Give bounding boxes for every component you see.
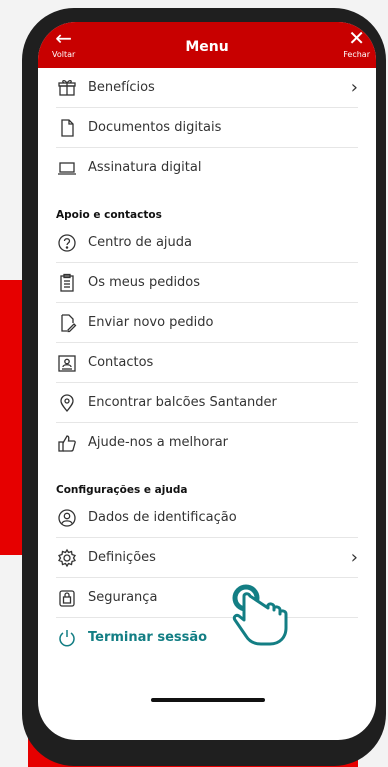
page-title: Menu <box>185 39 229 55</box>
help-circle-icon <box>56 232 78 254</box>
menu-item-assinatura[interactable]: Assinatura digital <box>56 148 358 187</box>
user-circle-icon <box>56 507 78 529</box>
menu-item-documentos[interactable]: Documentos digitais <box>56 108 358 148</box>
gear-icon <box>56 547 78 569</box>
menu-item-ajude-melhorar[interactable]: Ajude-nos a melhorar <box>56 423 358 462</box>
laptop-icon <box>56 157 78 179</box>
menu-item-contactos[interactable]: Contactos <box>56 343 358 383</box>
power-icon <box>56 627 78 649</box>
menu-list: Benefícios › Documentos digitais Assinat… <box>38 68 376 657</box>
phone-screen: ← Voltar Menu ✕ Fechar Benefícios › Docu… <box>38 22 376 740</box>
menu-item-centro-ajuda[interactable]: Centro de ajuda <box>56 223 358 263</box>
close-button[interactable]: ✕ Fechar <box>343 28 370 59</box>
document-icon <box>56 117 78 139</box>
menu-header: ← Voltar Menu ✕ Fechar <box>38 22 376 68</box>
edit-document-icon <box>56 312 78 334</box>
menu-item-dados-identificacao[interactable]: Dados de identificação <box>56 498 358 538</box>
menu-item-meus-pedidos[interactable]: Os meus pedidos <box>56 263 358 303</box>
logout-button[interactable]: Terminar sessão <box>56 618 358 657</box>
section-title-apoio: Apoio e contactos <box>56 209 162 221</box>
lock-icon <box>56 587 78 609</box>
chevron-right-icon: › <box>350 77 358 98</box>
thumbs-up-icon <box>56 432 78 454</box>
menu-item-enviar-pedido[interactable]: Enviar novo pedido <box>56 303 358 343</box>
contact-card-icon <box>56 352 78 374</box>
gift-icon <box>56 77 78 99</box>
clipboard-icon <box>56 272 78 294</box>
menu-item-beneficios[interactable]: Benefícios › <box>56 68 358 108</box>
close-icon: ✕ <box>348 26 365 50</box>
chevron-right-icon: › <box>350 547 358 568</box>
tap-hand-icon <box>232 584 288 646</box>
menu-item-definicoes[interactable]: Definições › <box>56 538 358 578</box>
home-indicator <box>151 698 265 702</box>
menu-item-seguranca[interactable]: Segurança <box>56 578 358 618</box>
close-label: Fechar <box>343 50 370 59</box>
section-title-configuracoes: Configurações e ajuda <box>56 484 188 496</box>
location-pin-icon <box>56 392 78 414</box>
menu-item-encontrar-balcoes[interactable]: Encontrar balcões Santander <box>56 383 358 423</box>
